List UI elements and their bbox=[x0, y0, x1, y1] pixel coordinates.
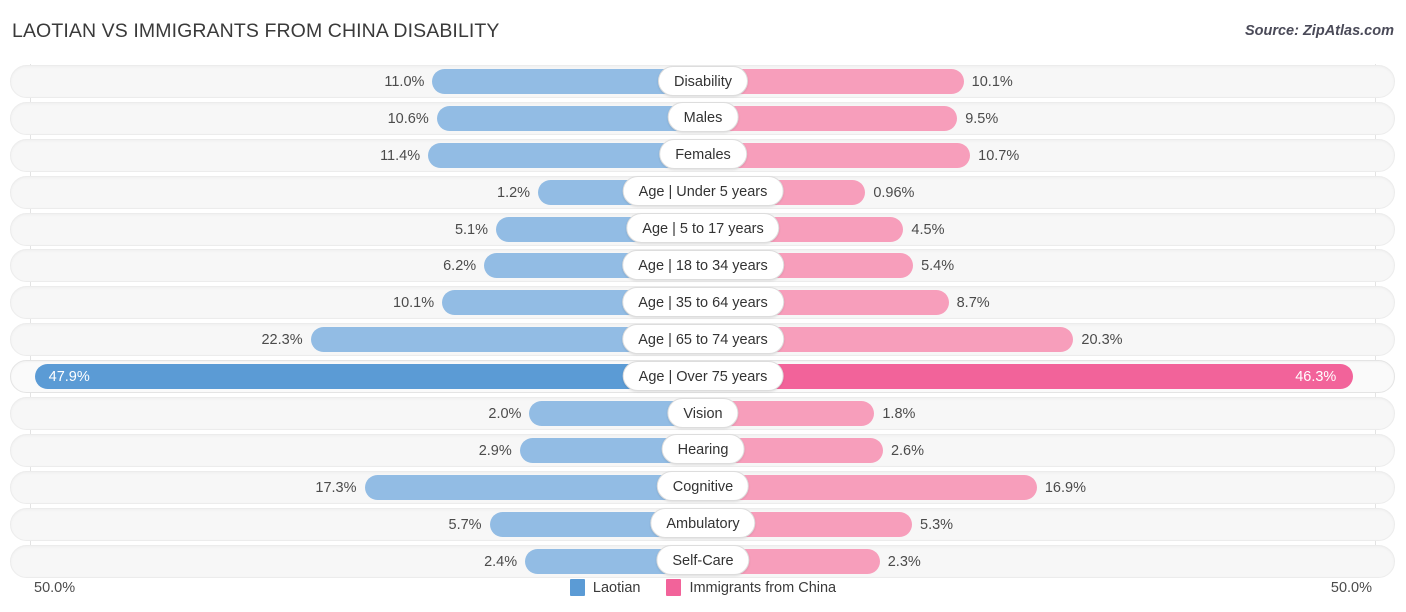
bar-laotian[interactable] bbox=[364, 474, 703, 500]
row-category-label[interactable]: Disability bbox=[657, 65, 749, 96]
value-label-immigrants-from-china: 2.3% bbox=[887, 553, 921, 570]
legend-label: Laotian bbox=[592, 579, 641, 596]
bar-immigrants-from-china[interactable] bbox=[703, 474, 1037, 500]
value-label-laotian: 6.2% bbox=[443, 258, 477, 275]
chart-footer: 50.0% 50.0% Laotian Immigrants from China bbox=[0, 572, 1406, 612]
table-row[interactable]: 47.9% 46.3% Age | Over 75 years bbox=[0, 359, 1406, 396]
table-row[interactable]: 6.2% 5.4% Age | 18 to 34 years bbox=[0, 248, 1406, 285]
value-label-immigrants-from-china: 46.3% bbox=[1295, 369, 1337, 386]
value-label-immigrants-from-china: 5.3% bbox=[920, 516, 954, 533]
bar-laotian[interactable] bbox=[34, 364, 703, 390]
table-row[interactable]: 1.2% 0.96% Age | Under 5 years bbox=[0, 175, 1406, 212]
table-row[interactable]: 2.9% 2.6% Hearing bbox=[0, 433, 1406, 470]
row-category-label[interactable]: Age | 35 to 64 years bbox=[622, 286, 784, 317]
legend-swatch-icon bbox=[569, 579, 585, 596]
page-title: LAOTIAN VS IMMIGRANTS FROM CHINA DISABIL… bbox=[12, 20, 500, 42]
table-row[interactable]: 11.4% 10.7% Females bbox=[0, 138, 1406, 175]
value-label-laotian: 22.3% bbox=[261, 332, 303, 349]
bar-immigrants-from-china[interactable] bbox=[703, 364, 1354, 390]
table-row[interactable]: 22.3% 20.3% Age | 65 to 74 years bbox=[0, 322, 1406, 359]
bar-laotian[interactable] bbox=[436, 105, 703, 131]
value-label-immigrants-from-china: 10.1% bbox=[971, 74, 1013, 90]
value-label-immigrants-from-china: 8.7% bbox=[956, 295, 990, 312]
row-category-label[interactable]: Age | 65 to 74 years bbox=[622, 323, 784, 354]
value-label-laotian: 2.9% bbox=[478, 442, 512, 459]
value-label-immigrants-from-china: 9.5% bbox=[965, 110, 999, 127]
legend-item[interactable]: Immigrants from China bbox=[666, 579, 836, 596]
row-category-label[interactable]: Age | Under 5 years bbox=[622, 176, 784, 207]
value-label-laotian: 11.0% bbox=[384, 74, 425, 90]
legend-swatch-icon bbox=[666, 579, 682, 596]
value-label-laotian: 10.1% bbox=[393, 295, 435, 312]
source-attribution: Source: ZipAtlas.com bbox=[1244, 23, 1394, 39]
chart-legend: Laotian Immigrants from China bbox=[0, 579, 1406, 596]
value-label-laotian: 5.1% bbox=[454, 221, 489, 238]
value-label-immigrants-from-china: 16.9% bbox=[1044, 479, 1086, 496]
row-category-label[interactable]: Age | 18 to 34 years bbox=[622, 249, 784, 280]
legend-label: Immigrants from China bbox=[689, 579, 837, 596]
row-category-label[interactable]: Ambulatory bbox=[650, 508, 756, 539]
value-label-immigrants-from-china: 4.5% bbox=[911, 221, 945, 238]
row-category-label[interactable]: Self-Care bbox=[656, 545, 750, 576]
value-label-laotian: 2.4% bbox=[484, 553, 518, 570]
value-label-immigrants-from-china: 1.8% bbox=[882, 406, 916, 423]
table-row[interactable]: 10.1% 8.7% Age | 35 to 64 years bbox=[0, 285, 1406, 322]
value-label-laotian: 5.7% bbox=[448, 516, 482, 533]
table-row[interactable]: 11.0% 10.1% Disability bbox=[0, 64, 1406, 101]
value-label-laotian: 1.2% bbox=[497, 184, 531, 201]
table-row[interactable]: 17.3% 16.9% Cognitive bbox=[0, 470, 1406, 507]
value-label-laotian: 2.0% bbox=[488, 406, 522, 423]
row-category-label[interactable]: Cognitive bbox=[656, 471, 750, 502]
value-label-immigrants-from-china: 10.7% bbox=[978, 147, 1020, 164]
legend-item[interactable]: Laotian bbox=[569, 579, 641, 596]
value-label-immigrants-from-china: 20.3% bbox=[1081, 332, 1123, 349]
row-category-label[interactable]: Age | 5 to 17 years bbox=[626, 213, 780, 244]
chart-rows: 11.0% 10.1% Disability 10.6% 9.5% Males 11.4% 1… bbox=[0, 64, 1406, 580]
row-category-label[interactable]: Vision bbox=[667, 397, 739, 428]
table-row[interactable]: 5.7% 5.3% Ambulatory bbox=[0, 507, 1406, 544]
table-row[interactable]: 10.6% 9.5% Males bbox=[0, 101, 1406, 138]
row-category-label[interactable]: Hearing bbox=[661, 434, 745, 465]
value-label-immigrants-from-china: 5.4% bbox=[921, 258, 955, 275]
value-label-immigrants-from-china: 2.6% bbox=[890, 442, 925, 459]
chart-header: LAOTIAN VS IMMIGRANTS FROM CHINA DISABIL… bbox=[0, 0, 1406, 58]
value-label-laotian: 17.3% bbox=[315, 479, 357, 496]
bar-immigrants-from-china[interactable] bbox=[703, 105, 958, 131]
chart-plot-area: 11.0% 10.1% Disability 10.6% 9.5% Males 11.4% 1… bbox=[0, 58, 1406, 578]
table-row[interactable]: 5.1% 4.5% Age | 5 to 17 years bbox=[0, 212, 1406, 249]
value-label-laotian: 11.4% bbox=[380, 147, 421, 164]
row-category-label[interactable]: Males bbox=[667, 102, 739, 133]
value-label-laotian: 47.9% bbox=[48, 369, 90, 386]
value-label-laotian: 10.6% bbox=[387, 110, 429, 127]
value-label-immigrants-from-china: 0.96% bbox=[873, 184, 915, 201]
row-category-label[interactable]: Age | Over 75 years bbox=[622, 360, 784, 391]
row-category-label[interactable]: Females bbox=[659, 139, 747, 170]
table-row[interactable]: 2.0% 1.8% Vision bbox=[0, 396, 1406, 433]
